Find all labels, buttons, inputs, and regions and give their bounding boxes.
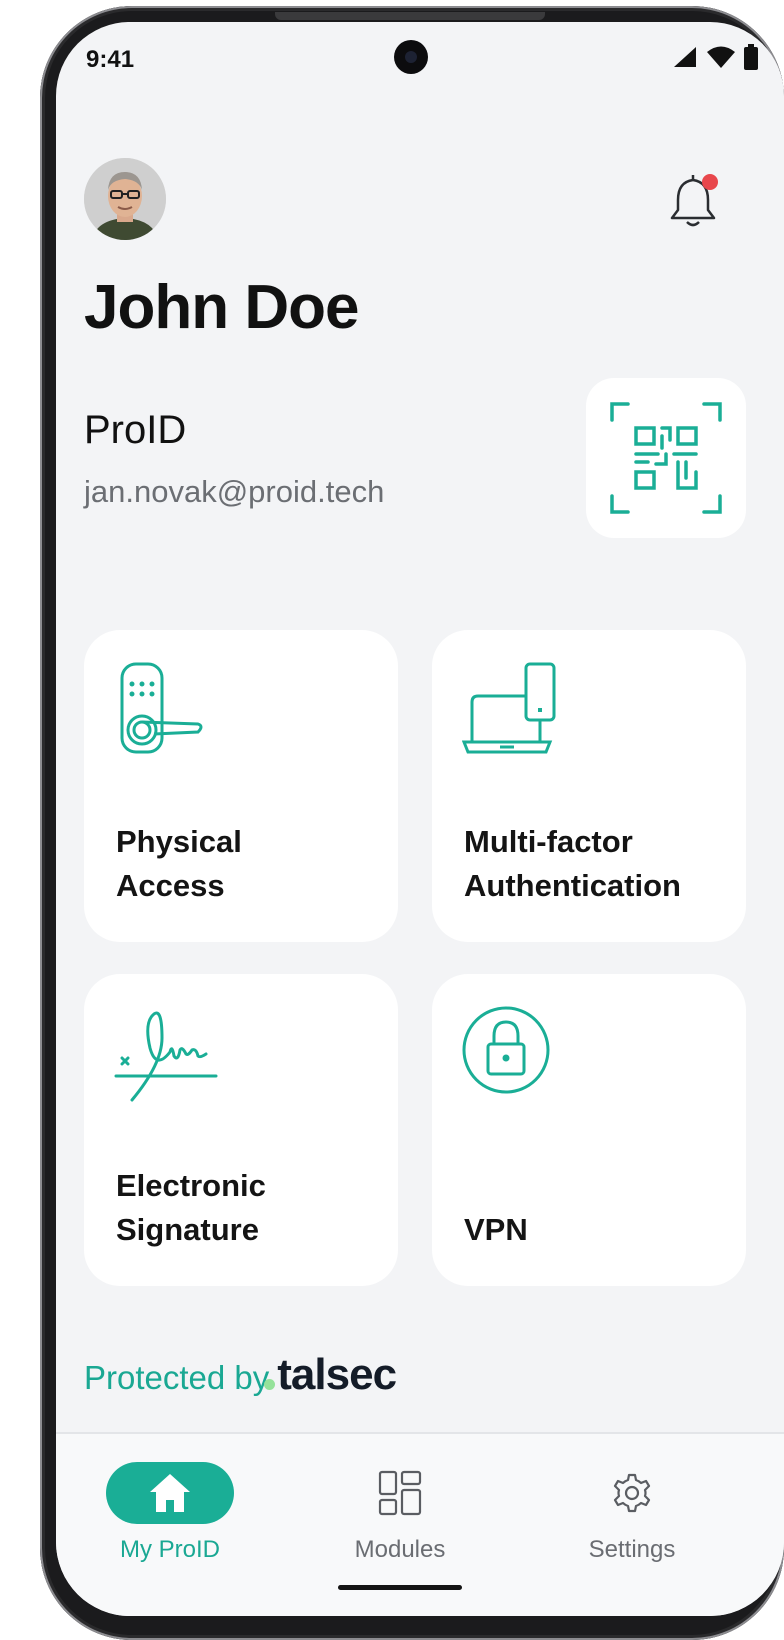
front-camera — [394, 40, 428, 74]
signature-icon — [114, 1011, 218, 1102]
tab-my-proid[interactable]: My ProID — [60, 1434, 280, 1564]
status-icons — [672, 44, 758, 70]
tab-modules[interactable]: Modules — [290, 1434, 510, 1564]
card-label: Physical Access — [116, 824, 242, 903]
card-physical-access[interactable]: Physical Access — [84, 630, 398, 942]
protected-by-text: Protected by — [84, 1359, 270, 1396]
card-vpn[interactable]: VPN — [432, 974, 746, 1286]
card-label: Electronic Signature — [116, 1168, 266, 1247]
notifications-button[interactable] — [668, 172, 722, 230]
battery-icon — [744, 44, 758, 70]
modules-icon — [378, 1470, 422, 1516]
qr-code-button[interactable] — [586, 378, 746, 538]
padlock-icon — [462, 1006, 550, 1094]
card-label: Multi-factor Authentication — [464, 824, 681, 903]
organization-name: ProID — [84, 408, 187, 452]
protected-by-banner: Protected by talsec — [84, 1350, 397, 1400]
wifi-icon — [707, 46, 735, 68]
qr-scan-icon — [610, 402, 722, 514]
gear-icon — [613, 1473, 651, 1513]
talsec-logo-dot — [264, 1379, 276, 1390]
user-name: John Doe — [84, 273, 359, 342]
tab-settings[interactable]: Settings — [522, 1434, 742, 1564]
home-icon — [150, 1474, 190, 1512]
phone-top-edge — [275, 12, 545, 20]
notification-badge — [702, 174, 718, 190]
card-electronic-signature[interactable]: Electronic Signature — [84, 974, 398, 1286]
home-indicator[interactable] — [338, 1585, 462, 1590]
tab-label: Modules — [354, 1536, 446, 1563]
status-time: 9:41 — [86, 46, 135, 73]
avatar[interactable] — [84, 158, 166, 240]
talsec-logo-text: talsec — [277, 1350, 397, 1399]
app-screen: 9:41 John Doe ProID jan.novak@proid.tech… — [56, 22, 784, 1616]
tab-label: Settings — [588, 1536, 676, 1563]
user-email: jan.novak@proid.tech — [84, 474, 385, 509]
tab-label: My ProID — [119, 1536, 220, 1563]
card-label: VPN — [464, 1212, 528, 1247]
bottom-navigation: My ProID Modules Settings — [56, 1432, 784, 1616]
door-lock-icon — [120, 662, 203, 754]
devices-icon — [462, 662, 556, 754]
card-multi-factor-authentication[interactable]: Multi-factor Authentication — [432, 630, 746, 942]
talsec-logo: talsec — [264, 1350, 397, 1400]
bell-icon — [670, 174, 718, 227]
tab-active-indicator — [106, 1462, 234, 1524]
cellular-signal-icon — [674, 47, 696, 67]
